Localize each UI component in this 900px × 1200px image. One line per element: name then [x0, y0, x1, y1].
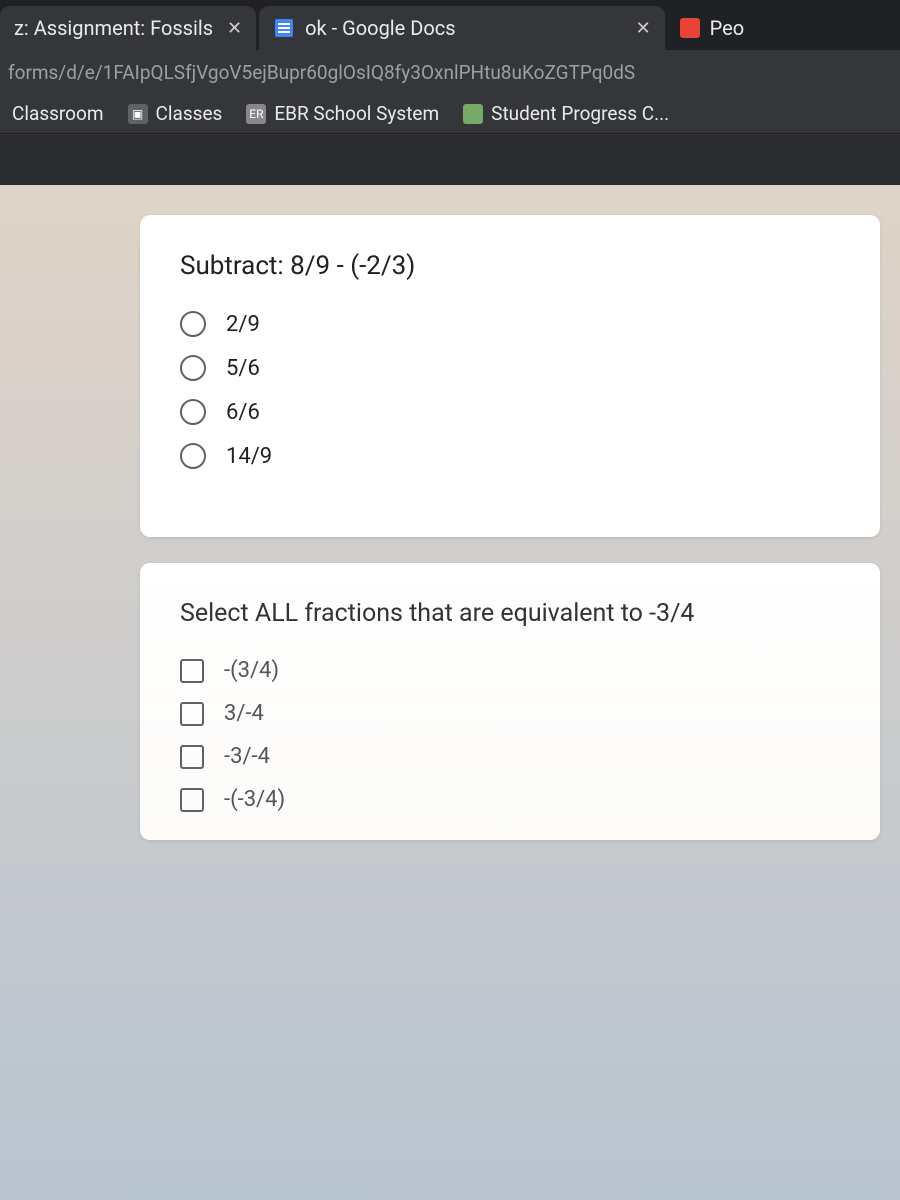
radio-option-1[interactable]: 5/6 [180, 355, 840, 381]
form-content: Subtract: 8/9 - (-2/3) 2/9 5/6 6/6 14/9 … [0, 185, 900, 1200]
docs-icon [273, 17, 295, 39]
ebr-icon: ER [246, 104, 266, 124]
checkbox-icon [180, 702, 204, 726]
question-card-1: Subtract: 8/9 - (-2/3) 2/9 5/6 6/6 14/9 [140, 215, 880, 537]
tab-google-docs[interactable]: ok - Google Docs ✕ [259, 6, 665, 50]
option-label: -(-3/4) [224, 787, 285, 812]
checkbox-icon [180, 745, 204, 769]
option-label: 14/9 [226, 444, 272, 469]
option-label: 3/-4 [224, 701, 264, 726]
option-label: 6/6 [226, 400, 260, 425]
option-label: -3/-4 [224, 744, 270, 769]
tab-title: z: Assignment: Fossils [14, 16, 213, 40]
browser-chrome: z: Assignment: Fossils ✕ ok - Google Doc… [0, 0, 900, 135]
person-icon [680, 18, 700, 38]
bookmark-label: Student Progress C... [491, 102, 669, 125]
radio-option-3[interactable]: 14/9 [180, 443, 840, 469]
radio-icon [180, 311, 206, 337]
bookmark-classroom[interactable]: Classroom [6, 98, 110, 129]
bookmark-label: Classes [156, 102, 223, 125]
close-icon[interactable]: ✕ [636, 18, 651, 39]
radio-icon [180, 443, 206, 469]
tab-title: ok - Google Docs [305, 16, 455, 40]
option-label: 2/9 [226, 312, 260, 337]
tab-fossils[interactable]: z: Assignment: Fossils ✕ [0, 6, 256, 50]
checkbox-option-2[interactable]: -3/-4 [180, 744, 840, 769]
option-label: 5/6 [226, 356, 260, 381]
bookmark-label: Classroom [12, 102, 104, 125]
radio-option-2[interactable]: 6/6 [180, 399, 840, 425]
checkbox-option-3[interactable]: -(-3/4) [180, 787, 840, 812]
close-icon[interactable]: ✕ [227, 18, 242, 39]
tab-peo[interactable]: Peo [668, 6, 757, 50]
bookmark-student-progress[interactable]: Student Progress C... [457, 98, 675, 129]
radio-option-0[interactable]: 2/9 [180, 311, 840, 337]
bookmarks-bar: Classroom ▣ Classes ER EBR School System… [0, 94, 900, 134]
url-text: forms/d/e/1FAIpQLSfjVgoV5ejBupr60glOsIQ8… [8, 61, 635, 84]
radio-icon [180, 399, 206, 425]
question-title: Select ALL fractions that are equivalent… [180, 599, 840, 628]
classes-icon: ▣ [128, 104, 148, 124]
radio-icon [180, 355, 206, 381]
tab-title: Peo [710, 16, 745, 40]
tab-strip: z: Assignment: Fossils ✕ ok - Google Doc… [0, 0, 900, 50]
toolbar-spacer [0, 135, 900, 185]
question-title: Subtract: 8/9 - (-2/3) [180, 251, 840, 281]
bookmark-classes[interactable]: ▣ Classes [122, 98, 229, 129]
bookmark-label: EBR School System [274, 102, 439, 125]
checkbox-icon [180, 788, 204, 812]
checkbox-icon [180, 659, 204, 683]
bookmark-ebr[interactable]: ER EBR School System [240, 98, 445, 129]
checkbox-option-1[interactable]: 3/-4 [180, 701, 840, 726]
checkbox-option-0[interactable]: -(3/4) [180, 658, 840, 683]
progress-icon [463, 104, 483, 124]
address-bar[interactable]: forms/d/e/1FAIpQLSfjVgoV5ejBupr60glOsIQ8… [0, 50, 900, 94]
option-label: -(3/4) [224, 658, 279, 683]
question-card-2: Select ALL fractions that are equivalent… [140, 563, 880, 840]
